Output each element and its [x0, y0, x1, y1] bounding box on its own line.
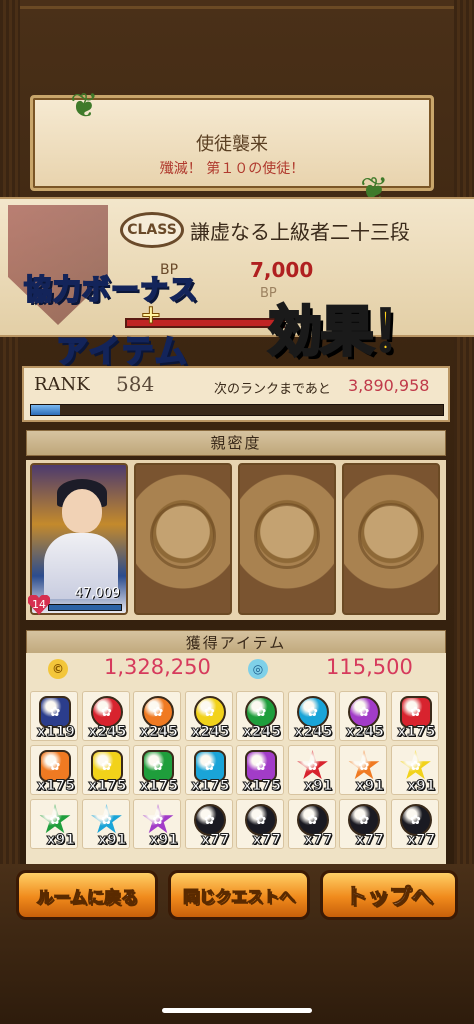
ticket-value: 115,500: [326, 655, 413, 679]
next-rank-value: 3,890,958: [348, 376, 430, 395]
next-rank-label: 次のランクまであと: [214, 382, 331, 397]
item-quantity: x245: [139, 724, 178, 741]
item-cell: ✿ x245: [339, 691, 387, 741]
item-cell: ✿ x175: [30, 745, 78, 795]
item-cell: ✿ x91: [30, 799, 78, 849]
item-quantity: x175: [139, 778, 178, 795]
intimacy-header: 親密度: [26, 430, 446, 456]
item-quantity: x91: [406, 778, 436, 795]
bp-value: 7,000: [250, 258, 314, 282]
intimacy-cards: 47,009 14: [26, 460, 446, 620]
empty-card-slot: [342, 463, 440, 615]
vine-decoration-icon: ❦: [70, 86, 99, 126]
item-grid: ✿ x119 ✿ x245 ✿ x245 ✿ x245 ✿ x245 ✿ x245 ✿ x245 ✿ x175…: [30, 691, 442, 849]
class-tag: CLASS: [120, 212, 184, 248]
rune-emblem-icon: [150, 503, 216, 569]
item-cell: ✿ x77: [390, 799, 439, 849]
item-quantity: x91: [46, 832, 75, 849]
rank-progress-bar: [30, 404, 444, 416]
item-quantity: x245: [294, 724, 333, 741]
item-cell: ✿ x245: [236, 691, 284, 741]
item-quantity: x175: [242, 778, 281, 795]
character-face: [62, 489, 102, 533]
rank-label: RANK: [34, 374, 90, 395]
item-cell: ✿ x91: [133, 799, 181, 849]
rank-panel: RANK 584 次のランクまであと 3,890,958: [22, 366, 450, 422]
item-quantity: x175: [36, 778, 75, 795]
item-cell: ✿ x175: [133, 745, 181, 795]
item-cell: ✿ x91: [81, 799, 130, 849]
item-cell: ✿ x119: [30, 691, 78, 741]
item-cell: ✿ x245: [287, 691, 336, 741]
item-quantity: x91: [149, 832, 178, 849]
item-quantity: x245: [88, 724, 127, 741]
bonus-text: 力ボーナス: [52, 272, 199, 307]
coin-icon: ©: [48, 659, 68, 679]
items-panel: © 1,328,250 ◎ 115,500 ✿ x119 ✿ x245 ✿ x245 ✿ x2…: [26, 653, 446, 865]
ticket-icon: ◎: [248, 659, 268, 679]
rune-emblem-icon: [358, 503, 424, 569]
item-cell: ✿ x77: [287, 799, 336, 849]
item-quantity: x77: [303, 832, 333, 849]
item-quantity: x245: [191, 724, 230, 741]
item-quantity: x91: [355, 778, 384, 795]
return-room-button[interactable]: ルームに戻る: [16, 870, 158, 920]
class-name: 謙虚なる上級者二十三段: [190, 220, 410, 244]
same-quest-button[interactable]: 同じクエストへ: [168, 870, 310, 920]
item-cell: ✿ x91: [287, 745, 336, 795]
intimacy-level-heart-icon: 14: [28, 595, 50, 615]
intimacy-value: 47,009: [74, 586, 121, 601]
effect-banner: 効果！: [267, 299, 428, 365]
item-cell: ✿ x175: [81, 745, 130, 795]
item-cell: ✿ x245: [133, 691, 181, 741]
item-quantity: x175: [88, 778, 127, 795]
intimacy-bar: [48, 604, 122, 611]
rank-progress-fill: [31, 405, 60, 415]
coop-char: 協: [23, 272, 54, 307]
item-quantity: x77: [406, 832, 436, 849]
empty-card-slot: [238, 463, 336, 615]
item-cell: ✿ x175: [184, 745, 233, 795]
empty-card-slot: [134, 463, 232, 615]
item-quantity: x91: [97, 832, 127, 849]
item-cell: ✿ x77: [184, 799, 233, 849]
rank-value: 584: [116, 372, 155, 396]
coop-bonus-banner: 協力ボーナス: [23, 268, 199, 308]
item-cell: ✿ x91: [339, 745, 387, 795]
item-cell: ✿ x77: [236, 799, 284, 849]
item-cell: ✿ x245: [184, 691, 233, 741]
item-cell: ✿ x91: [390, 745, 439, 795]
item-cell: ✿ x245: [81, 691, 130, 741]
coin-value: 1,328,250: [104, 655, 211, 679]
item-quantity: x245: [242, 724, 281, 741]
rune-emblem-icon: [254, 503, 320, 569]
item-quantity: x119: [36, 724, 75, 741]
item-quantity: x245: [345, 724, 384, 741]
currency-row: © 1,328,250 ◎ 115,500: [26, 653, 446, 687]
home-indicator[interactable]: [162, 1008, 312, 1013]
item-cell: ✿ x77: [339, 799, 387, 849]
item-quantity: x77: [355, 832, 384, 849]
item-quantity: x77: [252, 832, 281, 849]
item-quantity: x91: [303, 778, 333, 795]
item-quantity: x175: [397, 724, 436, 741]
item-quantity: x175: [191, 778, 230, 795]
top-button[interactable]: トップへ: [320, 870, 458, 920]
item-quantity: x77: [200, 832, 230, 849]
character-card[interactable]: 47,009 14: [30, 463, 128, 615]
item-cell: ✿ x175: [236, 745, 284, 795]
item-cell: ✿ x175: [390, 691, 439, 741]
